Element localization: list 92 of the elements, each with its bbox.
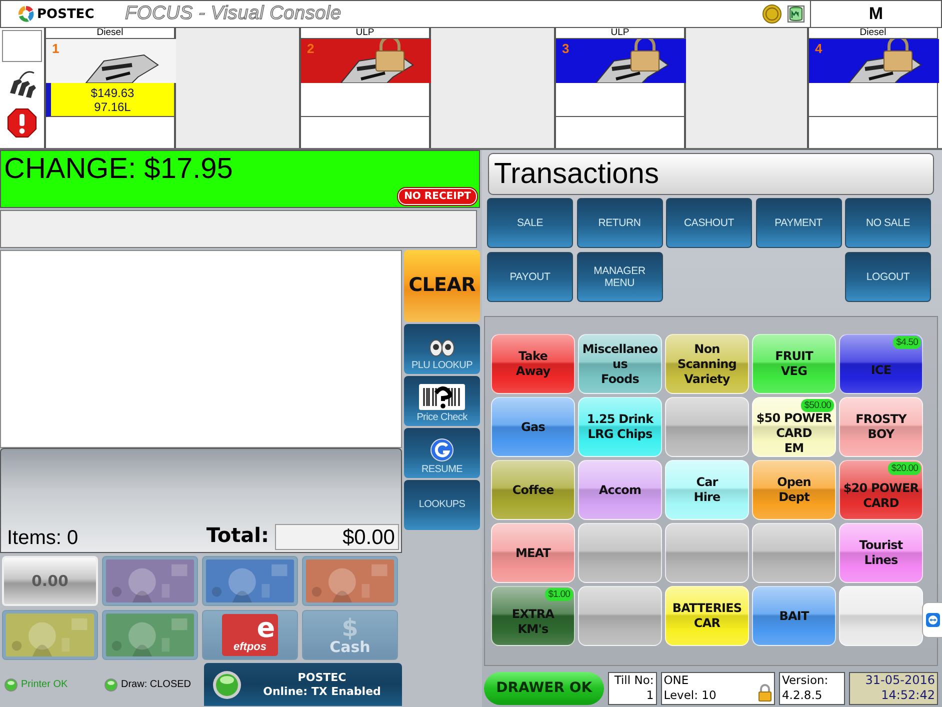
padlock-icon — [756, 684, 773, 702]
department-key[interactable]: Accom — [578, 460, 662, 520]
clear-button[interactable]: CLEAR — [404, 250, 480, 322]
price-tag: $50.00 — [801, 399, 834, 412]
logo-letter: e — [256, 617, 275, 642]
side-tab[interactable] — [922, 602, 942, 638]
blank-key[interactable] — [752, 523, 836, 583]
app-title: FOCUS - Visual Console — [125, 3, 342, 25]
sale-volume: 97.16L — [94, 100, 131, 114]
locked-nozzle-icon — [809, 39, 939, 83]
department-key[interactable]: FROSTY BOY — [839, 397, 923, 457]
department-key[interactable]: 1.25 Drink LRG Chips — [578, 397, 662, 457]
department-key[interactable]: Coffee — [491, 460, 575, 520]
department-key[interactable]: Open Dept — [752, 460, 836, 520]
logo-icon — [17, 5, 35, 23]
department-key[interactable]: Car Hire — [665, 460, 749, 520]
blank-key[interactable] — [665, 523, 749, 583]
change-amount: CHANGE: $17.95 — [3, 152, 233, 186]
date-text: 31-05-2016 — [864, 672, 935, 688]
blank-key[interactable] — [665, 397, 749, 457]
pump-number: 4 — [815, 41, 822, 56]
price-tag: $20.00 — [888, 462, 921, 475]
function-button[interactable]: LOOKUPS — [404, 480, 480, 530]
pump-number: 3 — [562, 41, 570, 56]
item-count: Items: 0 — [7, 527, 80, 550]
pump-tile[interactable]: 4 — [809, 39, 937, 83]
nozzle-icon — [46, 39, 176, 83]
entry-field[interactable] — [0, 210, 477, 248]
eftpos-button[interactable]: e eftpos — [202, 610, 298, 660]
department-key[interactable]: $20 POWER CARD $20.00 — [839, 460, 923, 520]
till-label: Till No: — [613, 672, 654, 688]
department-key[interactable]: Gas — [491, 397, 575, 457]
total-label: Total: — [206, 523, 269, 550]
time-text: 14:52:42 — [880, 688, 935, 702]
department-key[interactable]: ICE $4.50 — [839, 334, 923, 394]
no-receipt-badge[interactable]: NO RECEIPT — [398, 188, 477, 205]
drawer-status-button[interactable]: DRAWER OK — [484, 672, 604, 704]
version-number: 4.2.8.5 — [782, 688, 824, 702]
department-key[interactable]: FRUIT VEG — [752, 334, 836, 394]
department-key[interactable]: Tourist Lines — [839, 523, 923, 583]
till-number: 1 — [645, 688, 654, 702]
price-tag: $1.00 — [545, 588, 573, 601]
coin-icon[interactable] — [762, 4, 782, 24]
status-light — [212, 670, 242, 700]
function-button[interactable]: RESUME — [404, 428, 480, 478]
alert-icon[interactable] — [7, 108, 37, 138]
function-button[interactable]: PLU LOOKUP — [404, 324, 480, 374]
pump-number: 1 — [52, 41, 60, 56]
sale-amount: $149.63 — [90, 86, 134, 100]
department-key[interactable]: BAIT — [752, 586, 836, 646]
operator-label: M — [810, 1, 941, 27]
department-key[interactable]: Take Away — [491, 334, 575, 394]
department-key[interactable]: Non Scanning Variety — [665, 334, 749, 394]
total-field: $0.00 — [275, 524, 399, 550]
locked-nozzle-icon — [556, 39, 686, 83]
department-key[interactable]: $50 POWER CARD EM $50.00 — [752, 397, 836, 457]
status-text: Draw: CLOSED — [121, 679, 192, 690]
database-icon[interactable] — [786, 4, 806, 24]
pump-tile[interactable]: 3 — [556, 39, 684, 83]
status-text: Printer OK — [21, 679, 68, 690]
department-key[interactable]: Miscellaneo us Foods — [578, 334, 662, 394]
department-key[interactable]: MEAT — [491, 523, 575, 583]
status-light — [4, 678, 18, 692]
blank-key[interactable] — [578, 586, 662, 646]
logo-text: eftpos — [234, 641, 266, 654]
pump-number: 2 — [307, 41, 314, 56]
barcode-question-icon — [419, 384, 465, 410]
price-tag: $4.50 — [893, 336, 921, 349]
transaction-button[interactable]: PAYOUT — [487, 252, 573, 302]
function-button[interactable]: Price Check — [404, 376, 480, 426]
transaction-button[interactable]: PAYMENT — [756, 198, 842, 248]
remote-support-icon — [926, 613, 940, 627]
logo-text: POSTEC — [37, 6, 94, 22]
transaction-button[interactable]: CASHOUT — [666, 198, 752, 248]
transaction-button[interactable]: RETURN — [576, 198, 662, 248]
section-title: Transactions — [488, 153, 934, 195]
transaction-button[interactable]: NO SALE — [845, 198, 931, 248]
eyes-icon — [427, 338, 457, 358]
transaction-button[interactable]: MANAGER MENU — [576, 252, 662, 302]
transaction-button[interactable]: SALE — [487, 198, 573, 248]
level-text: Level: 10 — [664, 688, 718, 702]
transaction-button[interactable]: LOGOUT — [845, 252, 931, 302]
blank-key[interactable] — [578, 523, 662, 583]
locked-nozzle-icon — [301, 39, 431, 83]
till-name: ONE — [664, 672, 690, 688]
connection-button[interactable]: POSTEC Online: TX Enabled — [204, 663, 402, 706]
department-key[interactable]: BATTERIES CAR — [665, 586, 749, 646]
version-label: Version: — [782, 672, 830, 688]
status-light — [104, 678, 118, 692]
refresh-icon — [430, 438, 454, 462]
department-key[interactable]: EXTRA KM's $1.00 — [491, 586, 575, 646]
amount-button[interactable]: 0.00 — [2, 556, 98, 606]
